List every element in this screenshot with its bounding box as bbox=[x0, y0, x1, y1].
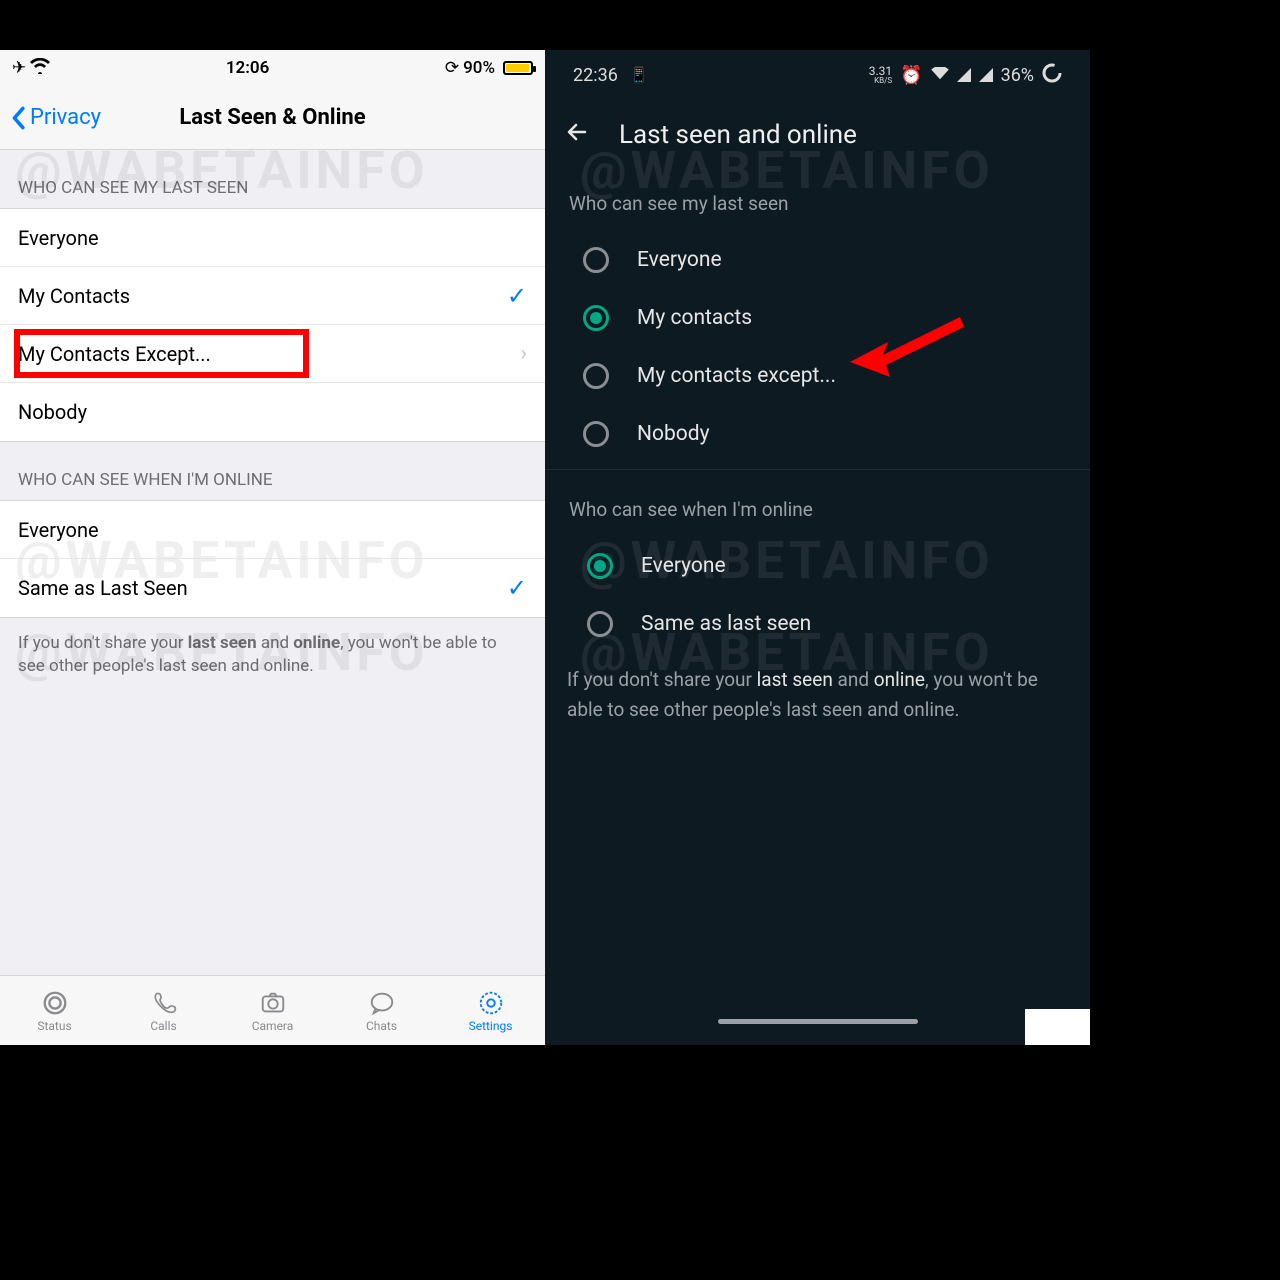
online-option-list: Everyone Same as Last Seen ✓ bbox=[0, 500, 545, 618]
page-title: Last seen and online bbox=[619, 120, 857, 150]
alarm-icon: ⏰ bbox=[900, 65, 922, 86]
page-title: Last Seen & Online bbox=[179, 105, 365, 130]
section-header-online: WHO CAN SEE WHEN I'M ONLINE bbox=[0, 442, 545, 500]
option-label: Nobody bbox=[637, 422, 710, 446]
footer-help-text: If you don't share your last seen and on… bbox=[0, 618, 545, 692]
gear-icon bbox=[476, 989, 506, 1017]
chats-icon bbox=[367, 989, 397, 1017]
battery-icon bbox=[503, 61, 533, 75]
option-label: Same as last seen bbox=[641, 612, 811, 636]
tab-label: Settings bbox=[469, 1019, 513, 1033]
tab-settings[interactable]: Settings bbox=[436, 976, 545, 1045]
status-icon bbox=[40, 989, 70, 1017]
option-everyone[interactable]: Everyone bbox=[545, 231, 1090, 289]
checkmark-icon: ✓ bbox=[507, 574, 527, 602]
camera-icon bbox=[258, 989, 288, 1017]
wifi-icon bbox=[30, 58, 50, 79]
tab-status[interactable]: Status bbox=[0, 976, 109, 1045]
option-my-contacts-except[interactable]: My Contacts Except... › bbox=[0, 325, 545, 383]
checkmark-icon: ✓ bbox=[507, 282, 527, 310]
option-everyone[interactable]: Everyone bbox=[0, 209, 545, 267]
radio-unchecked-icon bbox=[583, 363, 609, 389]
divider bbox=[545, 469, 1090, 470]
option-everyone-online[interactable]: Everyone bbox=[545, 537, 1090, 595]
option-label: Everyone bbox=[637, 248, 722, 272]
section-header-online: Who can see when I'm online bbox=[545, 476, 1090, 537]
android-home-indicator[interactable] bbox=[545, 1019, 1090, 1045]
tab-chats[interactable]: Chats bbox=[327, 976, 436, 1045]
back-label: Privacy bbox=[30, 105, 101, 130]
android-navbar: Last seen and online bbox=[545, 100, 1090, 170]
screenshot-frame: @WABETAINFO @WABETAINFO @WABETAINFO ✈︎ 1… bbox=[0, 50, 1090, 1045]
option-my-contacts[interactable]: My contacts bbox=[545, 289, 1090, 347]
option-label: My contacts bbox=[637, 306, 752, 330]
option-nobody[interactable]: Nobody bbox=[0, 383, 545, 441]
ios-pane: @WABETAINFO @WABETAINFO @WABETAINFO ✈︎ 1… bbox=[0, 50, 545, 1045]
radio-checked-icon bbox=[587, 553, 613, 579]
ios-navbar: Privacy Last Seen & Online bbox=[0, 86, 545, 150]
option-same-as-last-seen[interactable]: Same as Last Seen ✓ bbox=[0, 559, 545, 617]
option-label: Same as Last Seen bbox=[18, 576, 188, 600]
phone-icon: 📱 bbox=[630, 66, 649, 84]
option-label: Nobody bbox=[18, 400, 87, 424]
radio-unchecked-icon bbox=[583, 421, 609, 447]
wifi-icon bbox=[931, 65, 949, 86]
chevron-right-icon: › bbox=[520, 341, 527, 366]
android-statusbar: 22:36 📱 3.31 KB/S ⏰ 36% bbox=[545, 50, 1090, 100]
phone-icon bbox=[149, 989, 179, 1017]
tab-camera[interactable]: Camera bbox=[218, 976, 327, 1045]
last-seen-option-list: Everyone My Contacts ✓ My Contacts Excep… bbox=[0, 208, 545, 442]
tab-label: Status bbox=[37, 1019, 71, 1033]
signal-icon bbox=[957, 68, 971, 82]
section-header-last-seen: WHO CAN SEE MY LAST SEEN bbox=[0, 150, 545, 208]
option-my-contacts-except[interactable]: My contacts except... bbox=[545, 347, 1090, 405]
radio-unchecked-icon bbox=[583, 247, 609, 273]
airplane-icon: ✈︎ bbox=[12, 58, 26, 78]
ios-statusbar: ✈︎ 12:06 ⟳ 90% bbox=[0, 50, 545, 86]
battery-percent: 90% bbox=[463, 58, 495, 78]
signal-icon bbox=[979, 68, 993, 82]
option-label: Everyone bbox=[18, 518, 99, 542]
clock: 12:06 bbox=[226, 58, 269, 78]
tab-label: Chats bbox=[366, 1019, 397, 1033]
footer-help-text: If you don't share your last seen and on… bbox=[545, 653, 1090, 738]
tab-label: Calls bbox=[150, 1019, 176, 1033]
corner-patch bbox=[1025, 1009, 1090, 1045]
tab-calls[interactable]: Calls bbox=[109, 976, 218, 1045]
battery-percent: 36% bbox=[1001, 65, 1034, 86]
radio-checked-icon bbox=[583, 305, 609, 331]
clock: 22:36 bbox=[573, 65, 618, 86]
option-label: Everyone bbox=[18, 226, 99, 250]
option-same-as-last-seen[interactable]: Same as last seen bbox=[545, 595, 1090, 653]
section-header-last-seen: Who can see my last seen bbox=[545, 170, 1090, 231]
android-pane: @WABETAINFO @WABETAINFO @WABETAINFO 22:3… bbox=[545, 50, 1090, 1045]
option-everyone-online[interactable]: Everyone bbox=[0, 501, 545, 559]
option-label: My Contacts Except... bbox=[18, 342, 211, 366]
option-my-contacts[interactable]: My Contacts ✓ bbox=[0, 267, 545, 325]
option-label: Everyone bbox=[641, 554, 726, 578]
tabbar: Status Calls Camera Chats Settings bbox=[0, 975, 545, 1045]
option-nobody[interactable]: Nobody bbox=[545, 405, 1090, 463]
rotation-lock-icon: ⟳ bbox=[445, 58, 459, 78]
radio-unchecked-icon bbox=[587, 611, 613, 637]
spinner-icon bbox=[1042, 63, 1062, 88]
arrow-left-icon bbox=[565, 120, 589, 144]
back-button[interactable]: Privacy bbox=[10, 105, 101, 130]
option-label: My Contacts bbox=[18, 284, 130, 308]
tab-label: Camera bbox=[252, 1019, 294, 1033]
network-speed: 3.31 KB/S bbox=[869, 66, 892, 84]
option-label: My contacts except... bbox=[637, 364, 836, 388]
back-button[interactable] bbox=[565, 120, 589, 151]
chevron-left-icon bbox=[10, 106, 26, 130]
